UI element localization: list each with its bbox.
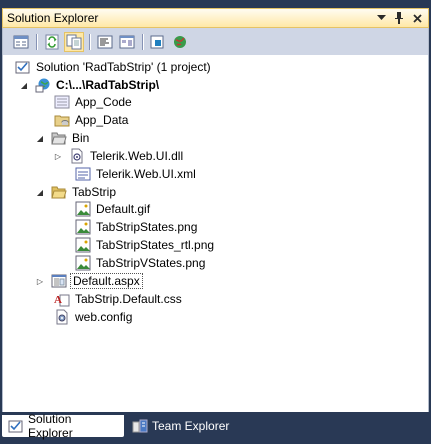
aspx-file-icon: [51, 273, 67, 289]
tree-item-label: C:\...\RadTabStrip\: [56, 78, 160, 92]
tree-item-project[interactable]: ◢ C:\...\RadTabStrip\: [19, 76, 161, 94]
bottom-tab-strip: Solution Explorer Team Explorer: [0, 412, 431, 444]
refresh-icon: [45, 34, 59, 49]
view-code-button[interactable]: [95, 32, 115, 52]
panel-title: Solution Explorer: [7, 11, 99, 25]
tree-item-label: App_Data: [75, 113, 129, 127]
tree-item-label: App_Code: [75, 95, 132, 109]
tree-item-web-config[interactable]: web.config: [54, 308, 134, 326]
copy-website-icon: [174, 35, 186, 48]
properties-button[interactable]: [11, 32, 31, 52]
tree-item-tabstrip[interactable]: ◢ TabStrip: [35, 183, 118, 201]
collapse-arrow-icon[interactable]: ◢: [35, 187, 45, 197]
tree-item-states-png[interactable]: TabStripStates.png: [75, 218, 199, 236]
collapse-arrow-icon[interactable]: ◢: [35, 133, 45, 143]
properties-icon: [13, 35, 29, 48]
image-file-icon: [75, 201, 91, 217]
tree-item-label: Bin: [72, 131, 90, 145]
toolbar: [2, 28, 429, 55]
tree-item-default-gif[interactable]: Default.gif: [75, 200, 152, 218]
solution-tree: Solution 'RadTabStrip' (1 project) ◢ C:\…: [2, 55, 429, 412]
view-designer-button[interactable]: [117, 32, 137, 52]
tree-item-states-rtl-png[interactable]: TabStripStates_rtl.png: [75, 236, 216, 254]
pin-icon[interactable]: [392, 11, 406, 25]
tree-item-app-data[interactable]: App_Data: [54, 111, 130, 129]
tree-item-label: TabStripVStates.png: [96, 256, 206, 270]
view-designer-icon: [119, 35, 135, 48]
view-code-icon: [97, 35, 113, 48]
show-all-files-button[interactable]: [64, 31, 84, 52]
tree-item-default-aspx[interactable]: ▷ Default.aspx: [35, 272, 143, 290]
folder-open-icon: [51, 130, 67, 146]
refresh-button[interactable]: [42, 32, 62, 52]
tree-item-telerik-xml[interactable]: Telerik.Web.UI.xml: [75, 165, 198, 183]
toolbar-separator: [142, 33, 143, 50]
team-explorer-icon: [132, 418, 148, 434]
tree-item-label: Telerik.Web.UI.dll: [90, 149, 184, 163]
css-file-icon: A: [54, 291, 70, 307]
expand-arrow-icon[interactable]: ▷: [53, 151, 63, 161]
tab-solution-explorer[interactable]: Solution Explorer: [2, 412, 124, 440]
config-file-icon: [54, 309, 70, 325]
tree-item-app-code[interactable]: App_Code: [54, 93, 134, 111]
expand-arrow-icon[interactable]: ▷: [35, 276, 45, 286]
show-all-files-icon: [66, 34, 82, 49]
tree-item-label: Solution 'RadTabStrip' (1 project): [36, 60, 211, 74]
svg-text:A: A: [54, 294, 62, 306]
tab-label: Team Explorer: [152, 419, 230, 433]
tree-item-telerik-dll[interactable]: ▷ Telerik.Web.UI.dll: [53, 147, 185, 165]
close-icon[interactable]: [410, 11, 424, 25]
tree-item-label: TabStrip: [72, 185, 117, 199]
solution-explorer-icon: [8, 418, 24, 434]
dropdown-icon[interactable]: [374, 11, 388, 25]
tree-item-label: Default.gif: [96, 202, 151, 216]
database-folder-icon: [54, 112, 70, 128]
copy-website-button[interactable]: [170, 32, 190, 52]
toolbar-separator: [36, 33, 37, 50]
special-folder-icon: [54, 94, 70, 110]
tree-item-label-selected: Default.aspx: [70, 273, 143, 289]
tree-item-label: TabStrip.Default.css: [75, 292, 182, 306]
tree-item-vstates-png[interactable]: TabStripVStates.png: [75, 254, 207, 272]
folder-open-icon: [51, 184, 67, 200]
panel-titlebar[interactable]: Solution Explorer: [2, 8, 429, 28]
toolbar-separator: [89, 33, 90, 50]
solution-icon: [15, 59, 31, 75]
dll-file-icon: [69, 148, 85, 164]
website-project-icon: [35, 77, 51, 93]
tab-team-explorer[interactable]: Team Explorer: [126, 415, 246, 437]
tree-item-bin[interactable]: ◢ Bin: [35, 129, 91, 147]
image-file-icon: [75, 255, 91, 271]
tree-item-default-css[interactable]: A TabStrip.Default.css: [54, 290, 184, 308]
collapse-arrow-icon[interactable]: ◢: [19, 80, 29, 90]
nest-files-icon: [150, 35, 164, 48]
tree-item-solution[interactable]: Solution 'RadTabStrip' (1 project): [15, 58, 213, 76]
nest-related-files-button[interactable]: [148, 32, 168, 52]
tree-item-label: TabStripStates_rtl.png: [96, 238, 215, 252]
image-file-icon: [75, 237, 91, 253]
image-file-icon: [75, 219, 91, 235]
tree-item-label: Telerik.Web.UI.xml: [96, 167, 196, 181]
xml-file-icon: [75, 166, 91, 182]
tree-item-label: web.config: [75, 310, 133, 324]
tab-label: Solution Explorer: [28, 412, 73, 440]
solution-explorer-panel: Solution Explorer Solution 'RadTabStrip'…: [0, 0, 431, 412]
tree-item-label: TabStripStates.png: [96, 220, 198, 234]
